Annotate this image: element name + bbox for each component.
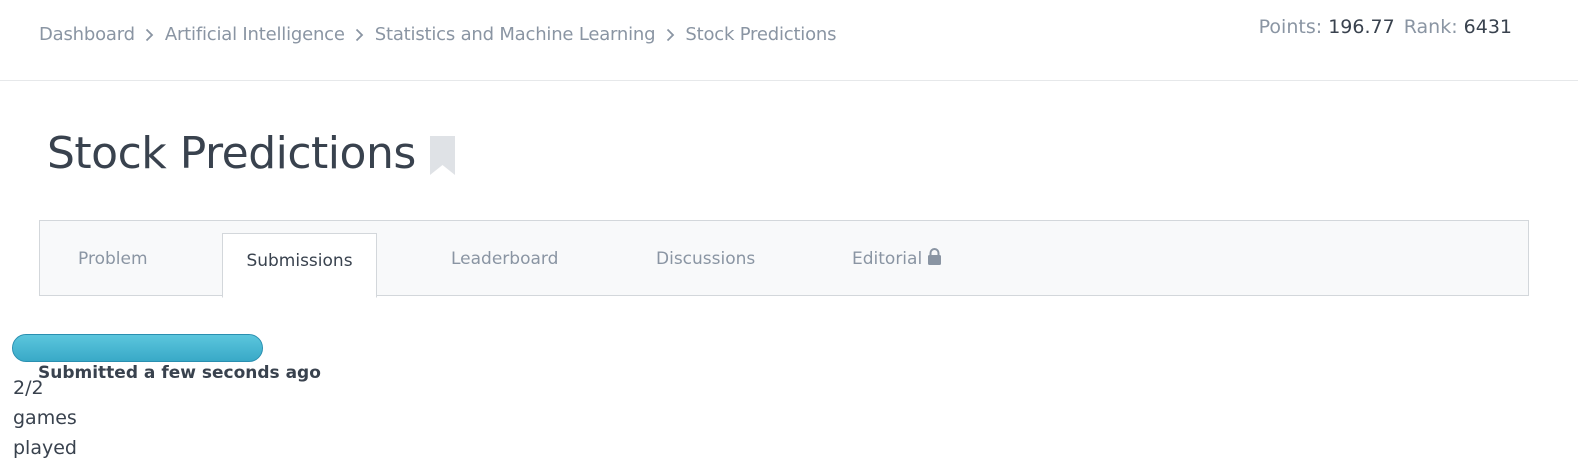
rank-value: 6431 — [1463, 16, 1512, 38]
chevron-right-icon — [655, 27, 685, 43]
progress-fill — [13, 335, 262, 361]
breadcrumb: Dashboard Artificial Intelligence Statis… — [39, 24, 837, 45]
tab-label: Editorial — [852, 248, 923, 269]
tab-discussions[interactable]: Discussions — [656, 221, 755, 296]
tab-label: Leaderboard — [451, 248, 559, 269]
points-value: 196.77 — [1328, 16, 1395, 38]
chevron-right-icon — [135, 27, 165, 43]
title-row: Stock Predictions — [47, 128, 455, 179]
tab-editorial[interactable]: Editorial — [852, 221, 942, 296]
lock-icon — [927, 247, 942, 270]
tab-label: Discussions — [656, 248, 756, 269]
user-stats: Points: 196.77 Rank: 6431 — [1259, 16, 1515, 38]
tab-label: Problem — [78, 248, 148, 269]
tab-bar: Problem Submissions Leaderboard Discussi… — [39, 220, 1529, 298]
top-bar: Dashboard Artificial Intelligence Statis… — [0, 0, 1578, 81]
tab-problem[interactable]: Problem — [78, 221, 148, 296]
page-title: Stock Predictions — [47, 128, 416, 179]
chevron-right-icon — [345, 27, 375, 43]
breadcrumb-artificial-intelligence[interactable]: Artificial Intelligence — [165, 24, 345, 45]
games-played: 2/2 games played — [13, 373, 83, 463]
bookmark-icon[interactable] — [429, 136, 455, 179]
tab-leaderboard[interactable]: Leaderboard — [451, 221, 558, 296]
rank-label: Rank: — [1403, 16, 1458, 38]
tab-label: Submissions — [246, 250, 353, 271]
tab-submissions[interactable]: Submissions — [222, 233, 377, 298]
games-count: 2/2 — [13, 377, 44, 399]
points-label: Points: — [1258, 16, 1323, 38]
breadcrumb-dashboard[interactable]: Dashboard — [39, 24, 135, 45]
played-word: played — [13, 437, 77, 459]
submission-progress-bar — [12, 334, 263, 362]
breadcrumb-current: Stock Predictions — [685, 24, 837, 45]
games-word: games — [13, 407, 77, 429]
breadcrumb-statistics-ml[interactable]: Statistics and Machine Learning — [375, 24, 656, 45]
